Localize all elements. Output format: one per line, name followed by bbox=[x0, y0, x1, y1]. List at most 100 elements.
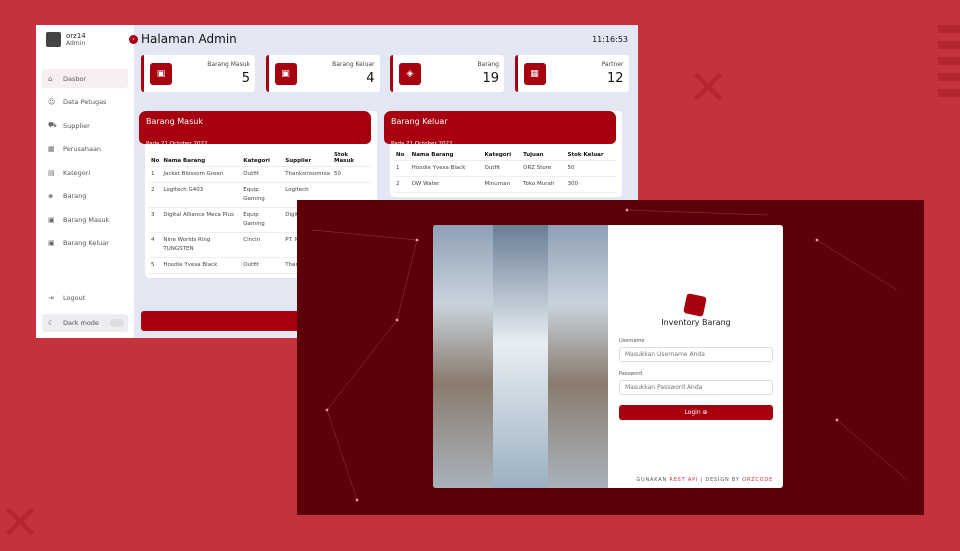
password-input[interactable] bbox=[619, 380, 773, 395]
table-cell: Jacket Blossom Green bbox=[161, 166, 242, 183]
sidebar-item-barang-keluar[interactable]: ▣ Barang Keluar bbox=[42, 234, 128, 253]
table-cell: Toko Murah bbox=[521, 176, 566, 193]
table-row: 1 Hoodie Yvesa Black Outfit ORZ Store 50 bbox=[394, 160, 616, 177]
table-cell: 1 bbox=[394, 160, 410, 177]
sidebar-item-barang-masuk[interactable]: ▣ Barang Masuk bbox=[42, 210, 128, 229]
password-label: Password bbox=[619, 371, 643, 377]
table-cell: 4 bbox=[149, 232, 162, 258]
moon-icon: ☾ bbox=[48, 319, 55, 327]
sidebar-item-label: Barang Keluar bbox=[63, 239, 109, 247]
login-button[interactable]: Login ⊕ bbox=[619, 405, 773, 420]
stat-card: ▦ Partner 12 bbox=[514, 55, 629, 92]
table-cell: ORZ Store bbox=[521, 160, 566, 177]
panel-date: Pada 21 October 2022 bbox=[146, 141, 208, 147]
user-icon: ☺ bbox=[48, 98, 56, 106]
rest-api-link[interactable]: REST API bbox=[669, 477, 698, 483]
outbox-icon: ▣ bbox=[274, 63, 297, 85]
logout-label: Logout bbox=[63, 294, 86, 302]
sidebar-item-label: Barang Masuk bbox=[63, 215, 110, 224]
box-icon: ◈ bbox=[48, 192, 54, 200]
logout-button[interactable]: ⇥ Logout bbox=[48, 294, 85, 302]
table-cell: 50 bbox=[332, 166, 371, 183]
column-header: Nama Barang bbox=[161, 150, 242, 167]
store-icon: ▦ bbox=[523, 63, 546, 85]
table-cell: Outfit bbox=[482, 160, 522, 177]
barang-keluar-panel: Barang Keluar Pada 21 October 2022 No Nama… bbox=[384, 111, 622, 197]
user-profile[interactable]: orz14 Admin bbox=[46, 32, 86, 47]
user-role: Admin bbox=[66, 40, 86, 47]
table-cell: OW Water bbox=[409, 176, 483, 193]
table-cell: Logitech G403 bbox=[161, 182, 242, 208]
home-icon: ⌂ bbox=[48, 74, 53, 83]
panel-title: Barang Masuk bbox=[146, 117, 203, 126]
page-title: Halaman Admin bbox=[141, 32, 237, 46]
table-cell: Outfit bbox=[241, 166, 284, 183]
decor-stripes bbox=[938, 25, 960, 105]
column-header: Stok Masuk bbox=[332, 150, 371, 167]
table-cell: 2 bbox=[394, 176, 410, 193]
stat-label: Barang Keluar bbox=[332, 61, 375, 68]
sidebar-item-data-petugas[interactable]: ☺ Data Petugas bbox=[42, 93, 128, 112]
table-cell: Outfit bbox=[241, 257, 284, 274]
decor-x: ✕ bbox=[688, 60, 729, 116]
stat-label: Barang Masuk bbox=[207, 61, 250, 68]
sidebar-item-kategori[interactable]: ▤ Kategori bbox=[42, 163, 128, 182]
table-cell: Hoodie Yvesa Black bbox=[161, 257, 242, 274]
column-header: Stok Keluar bbox=[565, 150, 616, 161]
stat-card: ▣ Barang Masuk 5 bbox=[141, 55, 255, 92]
table-cell: 300 bbox=[565, 176, 616, 193]
table-cell: 2 bbox=[149, 182, 162, 208]
sidebar-item-dasbor[interactable]: ⌂ Dasbor bbox=[42, 69, 128, 88]
box-icon: ◈ bbox=[399, 63, 421, 85]
panel-date: Pada 21 October 2022 bbox=[391, 141, 453, 147]
stat-value: 19 bbox=[482, 71, 499, 86]
table-cell: 3 bbox=[149, 207, 162, 233]
sidebar-item-label: Supplier bbox=[63, 121, 90, 130]
dark-mode-label: Dark mode bbox=[63, 319, 99, 327]
box-logo-icon bbox=[683, 293, 707, 317]
sidebar-item-label: Perusahaan bbox=[63, 145, 102, 153]
orzcode-link[interactable]: ORZCODE bbox=[742, 477, 773, 483]
column-header: Nama Barang bbox=[409, 150, 483, 161]
avatar bbox=[46, 32, 61, 47]
sidebar-item-barang[interactable]: ◈ Barang bbox=[42, 187, 128, 206]
toggle-switch[interactable] bbox=[110, 319, 124, 327]
stat-card: ◈ Barang 19 bbox=[390, 55, 504, 92]
collapse-sidebar-button[interactable]: ‹ bbox=[129, 35, 138, 44]
column-header: Kategori bbox=[241, 150, 284, 167]
dark-mode-toggle[interactable]: ☾ Dark mode bbox=[42, 314, 128, 332]
truck-icon: ⛟ bbox=[48, 121, 57, 129]
tag-icon: ▤ bbox=[48, 168, 55, 177]
table-cell: Minuman bbox=[482, 176, 522, 193]
sidebar-nav: ⌂ Dasbor ☺ Data Petugas ⛟ Supplier ▦ Perusahaan… bbox=[42, 69, 128, 257]
stat-card: ▣ Barang Keluar 4 bbox=[265, 55, 380, 92]
username-input[interactable] bbox=[619, 347, 773, 362]
outbox-icon: ▣ bbox=[48, 239, 55, 247]
sidebar: orz14 Admin ⌂ Dasbor ☺ Data Petugas ⛟ Supplier… bbox=[36, 25, 134, 338]
sidebar-item-label: Dasbor bbox=[63, 74, 87, 83]
username-label: Username bbox=[619, 338, 645, 344]
sidebar-item-supplier[interactable]: ⛟ Supplier bbox=[42, 116, 128, 135]
table-cell: Digital Alliance Meca Plus bbox=[161, 207, 242, 233]
inbox-icon: ▣ bbox=[48, 215, 55, 224]
table-cell: 1 bbox=[149, 166, 162, 183]
table-row: 1 Jacket Blossom Green Outfit Thanksinsomni… bbox=[149, 166, 371, 183]
table-cell: Equip Gaming bbox=[241, 207, 284, 233]
column-header: Supplier bbox=[283, 150, 332, 167]
stat-value: 4 bbox=[366, 71, 375, 86]
decor-x: ✕ bbox=[0, 495, 41, 551]
table-cell: Equip Gaming bbox=[241, 182, 284, 208]
sidebar-item-perusahaan[interactable]: ▦ Perusahaan bbox=[42, 140, 128, 159]
sidebar-item-label: Kategori bbox=[63, 168, 91, 177]
stat-value: 12 bbox=[606, 71, 624, 86]
login-card: Inventory Barang Username Password Login… bbox=[433, 225, 783, 488]
table-cell: 50 bbox=[565, 160, 616, 177]
table-cell: Cincin bbox=[241, 232, 284, 258]
panel-title: Barang Keluar bbox=[391, 117, 448, 126]
inbox-icon: ▣ bbox=[150, 63, 172, 85]
stat-label: Barang bbox=[477, 61, 499, 68]
table-row: 2 OW Water Minuman Toko Murah 300 bbox=[394, 176, 616, 193]
clock: 11:16:53 bbox=[592, 35, 628, 44]
barang-keluar-table: No Nama Barang Kategori Tujuan Stok Keluar 1 H… bbox=[394, 150, 616, 193]
table-cell: Nine Worlds Ring TUNGSTEN bbox=[161, 232, 242, 258]
